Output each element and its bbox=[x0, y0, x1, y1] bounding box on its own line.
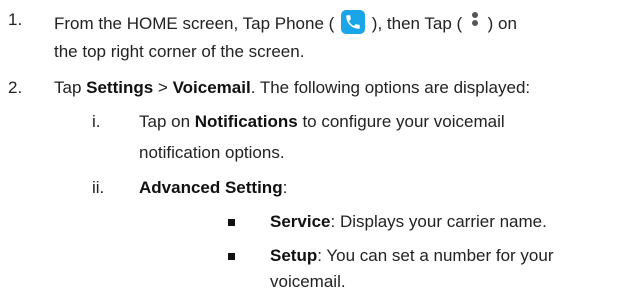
step-2-number: 2. bbox=[8, 78, 23, 97]
substep-i-line-2: notification options. bbox=[139, 143, 285, 162]
bullet-setup-line-2: voicemail. bbox=[270, 272, 346, 291]
substep-i-number: i. bbox=[92, 112, 101, 131]
service-text: : Displays your carrier name. bbox=[330, 212, 547, 231]
step-2-line-1: Tap Settings > Voicemail. The following … bbox=[54, 78, 530, 98]
substep-i-line-1: Tap on Notifications to configure your v… bbox=[139, 112, 505, 132]
substep-ii-colon: : bbox=[282, 178, 288, 197]
step-1-line-1: From the HOME screen, Tap Phone ( ), the… bbox=[54, 10, 517, 34]
step-2-tap: Tap bbox=[54, 78, 87, 97]
notifications-label: Notifications bbox=[194, 112, 298, 131]
voicemail-label: Voicemail bbox=[172, 78, 251, 97]
step-1-line-2: the top right corner of the screen. bbox=[54, 42, 305, 61]
step-2-rest: . The following options are displayed: bbox=[250, 78, 531, 97]
settings-label: Settings bbox=[86, 78, 154, 97]
substep-ii-number: ii. bbox=[92, 178, 105, 197]
substep-i-tap-on: Tap on bbox=[139, 112, 195, 131]
service-label: Service bbox=[270, 212, 331, 231]
more-vert-icon bbox=[469, 12, 481, 34]
bullet-setup-line-1: Setup: You can set a number for your bbox=[270, 246, 554, 266]
step-1-number: 1. bbox=[8, 10, 23, 29]
phone-icon bbox=[341, 10, 366, 34]
step-2-separator: > bbox=[153, 78, 173, 97]
setup-text: : You can set a number for your bbox=[317, 246, 554, 265]
setup-label: Setup bbox=[270, 246, 318, 265]
step-1-text-b: ), then Tap ( bbox=[371, 14, 463, 33]
bullet-square-service bbox=[228, 219, 235, 226]
bullet-service-line: Service: Displays your carrier name. bbox=[270, 212, 547, 232]
step-1-text-a: From the HOME screen, Tap Phone ( bbox=[54, 14, 335, 33]
substep-i-rest: to configure your voicemail bbox=[297, 112, 505, 131]
step-1-text-c: ) on bbox=[487, 14, 517, 33]
bullet-square-setup bbox=[228, 253, 235, 260]
advanced-setting-label: Advanced Setting bbox=[139, 178, 283, 197]
substep-ii-line-1: Advanced Setting: bbox=[139, 178, 287, 198]
